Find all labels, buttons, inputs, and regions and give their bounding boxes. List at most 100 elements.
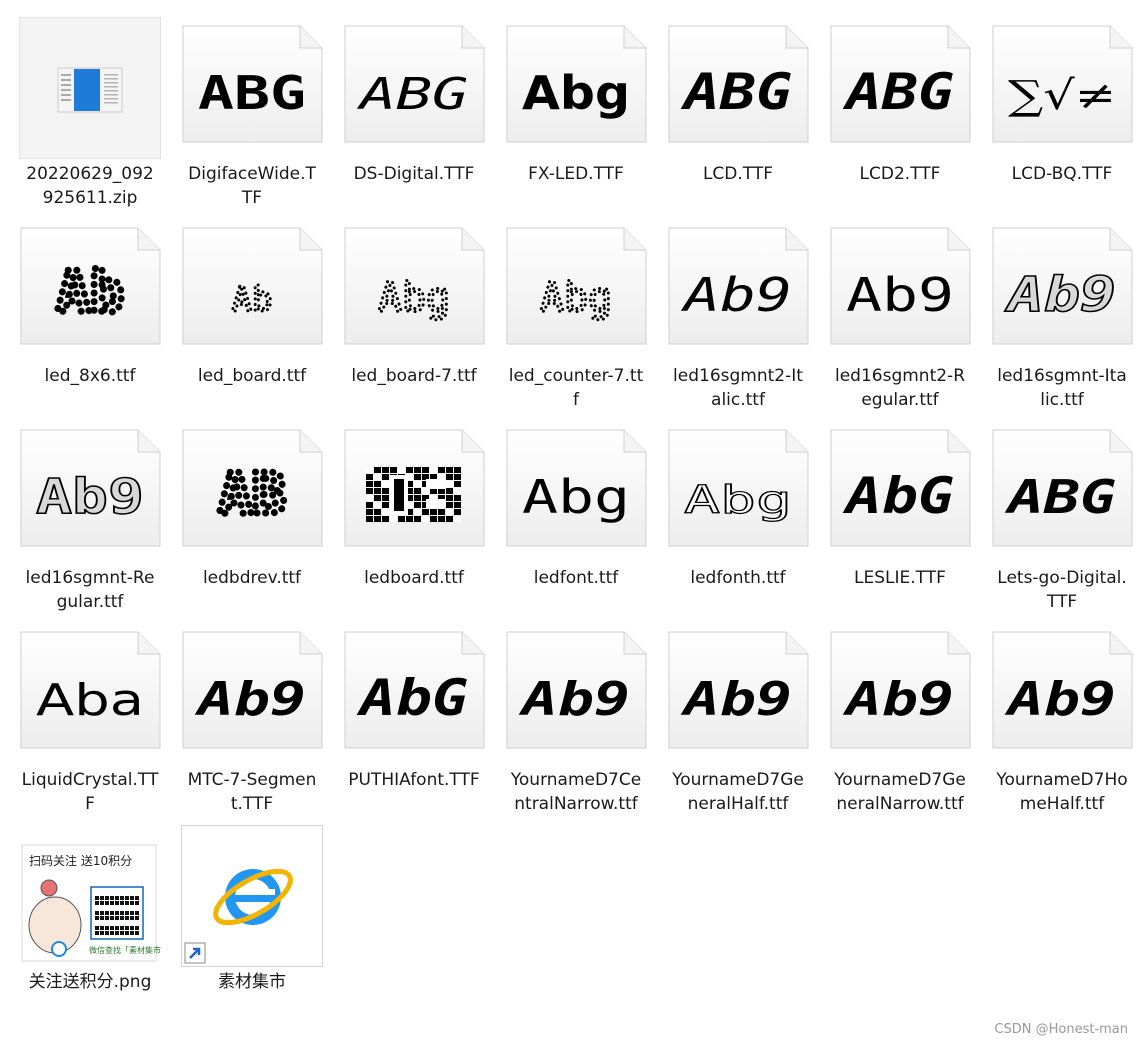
- font-preview-text: ABG: [1004, 470, 1116, 524]
- file-name-label: Lets-go-Digital. TTF: [997, 568, 1127, 612]
- file-thumbnail[interactable]: ∑√≠: [991, 17, 1133, 159]
- file-name-label: MTC-7-Segmen t.TTF: [187, 770, 317, 814]
- font-preview-glyphs: Abg: [683, 477, 792, 522]
- file-item[interactable]: 20220629_092 925611.zip: [19, 17, 181, 217]
- file-item[interactable]: ABG LCD.TTF: [667, 17, 829, 217]
- file-item[interactable]: Ab9 YournameD7Ce ntralNarrow.ttf: [505, 623, 667, 823]
- file-item[interactable]: Aba LiquidCrystal.TT F: [19, 623, 181, 823]
- font-preview-glyphs: Ab9: [1004, 266, 1117, 324]
- file-thumbnail[interactable]: Ab9: [829, 623, 971, 765]
- file-thumbnail[interactable]: Ab9: [991, 219, 1133, 361]
- file-item[interactable]: Abg led_board-7.ttf: [343, 219, 505, 419]
- font-preview-glyphs: Ab9: [846, 268, 954, 322]
- font-preview: Ab9: [1000, 263, 1124, 325]
- file-item[interactable]: ∑√≠ LCD-BQ.TTF: [991, 17, 1142, 217]
- file-name-label: LCD-BQ.TTF: [1011, 164, 1113, 184]
- file-item[interactable]: Ab9 led16sgmnt2-It alic.ttf: [667, 219, 829, 419]
- file-thumbnail[interactable]: ABG: [829, 17, 971, 159]
- file-thumbnail[interactable]: Ab9: [829, 219, 971, 361]
- font-preview: ABG: [352, 61, 476, 123]
- file-thumbnail[interactable]: Abg: [505, 421, 647, 563]
- font-preview-glyphs: Ab9: [35, 468, 145, 526]
- file-name-label: 素材集市: [218, 972, 286, 992]
- file-thumbnail[interactable]: ABG: [991, 421, 1133, 563]
- file-thumbnail[interactable]: ABG: [343, 17, 485, 159]
- font-preview-glyphs: Ab9: [518, 672, 630, 726]
- font-preview: AbG: [352, 667, 476, 729]
- file-item[interactable]: Ab9 led16sgmnt2-R egular.ttf: [829, 219, 991, 419]
- file-name-label: led16sgmnt2-R egular.ttf: [834, 366, 965, 410]
- font-preview-glyphs: Aba: [36, 675, 144, 726]
- file-item[interactable]: Ab9 YournameD7Ho meHalf.ttf: [991, 623, 1142, 823]
- file-item[interactable]: AbG LESLIE.TTF: [829, 421, 991, 621]
- file-thumbnail[interactable]: Ab9: [19, 421, 161, 563]
- file-thumbnail[interactable]: AbG: [343, 623, 485, 765]
- file-thumbnail[interactable]: Abg: [343, 219, 485, 361]
- file-item[interactable]: Ab9 led16sgmnt-Ita lic.ttf: [991, 219, 1142, 419]
- file-item[interactable]: Ab9 YournameD7Ge neralNarrow.ttf: [829, 623, 991, 823]
- font-preview-glyphs: Abg: [522, 66, 630, 120]
- file-thumbnail[interactable]: Abg: [505, 17, 647, 159]
- file-item[interactable]: Ab led_8x6.ttf: [19, 219, 181, 419]
- font-preview-glyphs: [366, 467, 461, 522]
- file-item[interactable]: Abg ledfonth.ttf: [667, 421, 829, 621]
- font-preview-text: Abg: [684, 478, 792, 522]
- file-thumbnail[interactable]: Ab9: [181, 623, 323, 765]
- file-item[interactable]: 素材集市: [181, 825, 343, 1025]
- file-name-label: LiquidCrystal.TT F: [21, 770, 159, 814]
- file-item[interactable]: AbG PUTHIAfont.TTF: [343, 623, 505, 823]
- font-preview: Abg: [514, 61, 638, 123]
- file-item[interactable]: ABG Lets-go-Digital. TTF: [991, 421, 1142, 621]
- file-item[interactable]: 扫码关注 送10积分 微信查找「素材集市」 关注送积分.png: [19, 825, 181, 1025]
- file-item[interactable]: Ab9 MTC-7-Segmen t.TTF: [181, 623, 343, 823]
- font-preview-text: ABG: [198, 66, 306, 120]
- file-thumbnail[interactable]: Ab9: [991, 623, 1133, 765]
- file-thumbnail[interactable]: Ab: [181, 219, 323, 361]
- font-preview: Ab9: [190, 667, 314, 729]
- file-name-label: led16sgmnt-Ita lic.ttf: [997, 366, 1127, 410]
- font-preview-glyphs: AB: [215, 459, 289, 531]
- font-preview: AB: [190, 459, 314, 531]
- file-item[interactable]: ledboard.ttf: [343, 421, 505, 621]
- file-thumbnail[interactable]: ABG: [181, 17, 323, 159]
- file-item[interactable]: ABG DigifaceWide.T TF: [181, 17, 343, 217]
- file-item[interactable]: Abg FX-LED.TTF: [505, 17, 667, 217]
- font-preview-glyphs: ∑√≠: [1008, 73, 1116, 119]
- file-thumbnail[interactable]: [343, 421, 485, 563]
- font-preview: Abg: [352, 263, 476, 325]
- file-thumbnail[interactable]: Ab9: [505, 623, 647, 765]
- file-thumbnail[interactable]: 扫码关注 送10积分 微信查找「素材集市」: [19, 825, 169, 967]
- file-item[interactable]: Ab9 YournameD7Ge neralHalf.ttf: [667, 623, 829, 823]
- file-thumbnail[interactable]: ABG: [667, 17, 809, 159]
- file-item[interactable]: Abg ledfont.ttf: [505, 421, 667, 621]
- file-thumbnail[interactable]: Aba: [19, 623, 161, 765]
- file-item[interactable]: Abg led_counter-7.tt f: [505, 219, 667, 419]
- font-preview-text: AbG: [356, 669, 468, 727]
- file-thumbnail[interactable]: Ab9: [667, 623, 809, 765]
- file-name-label: DigifaceWide.T TF: [188, 164, 316, 208]
- font-preview-text: Ab9: [842, 672, 954, 726]
- file-item[interactable]: ABG LCD2.TTF: [829, 17, 991, 217]
- font-preview-text: Ab9: [518, 672, 630, 726]
- file-name-label: DS-Digital.TTF: [353, 164, 475, 184]
- file-item[interactable]: Ab9 led16sgmnt-Re gular.ttf: [19, 421, 181, 621]
- file-thumbnail[interactable]: [181, 825, 323, 967]
- file-item[interactable]: AB ledbdrev.ttf: [181, 421, 343, 621]
- font-preview-text: Ab9: [194, 672, 306, 726]
- file-thumbnail[interactable]: Abg: [505, 219, 647, 361]
- font-preview-glyphs: ABG: [1004, 470, 1116, 524]
- file-thumbnail[interactable]: Ab9: [667, 219, 809, 361]
- file-item[interactable]: ABG DS-Digital.TTF: [343, 17, 505, 217]
- file-thumbnail[interactable]: AB: [181, 421, 323, 563]
- font-preview-glyphs: Ab: [53, 257, 127, 329]
- file-name-label: ledboard.ttf: [364, 568, 464, 588]
- file-thumbnail[interactable]: AbG: [829, 421, 971, 563]
- file-thumbnail[interactable]: Ab: [19, 219, 161, 361]
- file-name-label: led_board-7.ttf: [351, 366, 477, 386]
- file-name-label: ledbdrev.ttf: [202, 568, 302, 588]
- font-preview-text: ABG: [356, 69, 468, 120]
- file-name-label: led16sgmnt-Re gular.ttf: [25, 568, 155, 612]
- file-thumbnail[interactable]: Abg: [667, 421, 809, 563]
- file-item[interactable]: Ab led_board.ttf: [181, 219, 343, 419]
- file-thumbnail[interactable]: [19, 17, 161, 159]
